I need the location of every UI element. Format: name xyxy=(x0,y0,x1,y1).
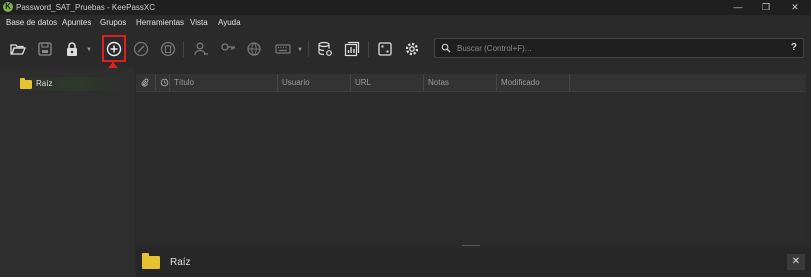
keepassxc-logo-icon: K xyxy=(3,2,13,12)
toolbar-separator xyxy=(183,41,184,57)
close-window-button[interactable]: ✕ xyxy=(784,1,806,13)
menu-groups[interactable]: Grupos xyxy=(100,18,126,27)
lock-dropdown-icon[interactable]: ▼ xyxy=(86,47,92,53)
column-expiry[interactable] xyxy=(156,74,170,91)
folder-icon xyxy=(20,78,32,89)
save-database-button[interactable] xyxy=(34,38,56,60)
autotype-dropdown-icon[interactable]: ▼ xyxy=(297,47,303,53)
database-settings-icon xyxy=(318,41,332,56)
add-entry-highlight-box xyxy=(102,35,126,62)
copy-username-icon xyxy=(194,42,208,56)
reports-button[interactable] xyxy=(341,38,363,60)
open-database-icon xyxy=(10,44,26,55)
open-url-icon xyxy=(247,42,261,56)
minimize-button[interactable]: — xyxy=(727,1,749,13)
edit-entry-button[interactable] xyxy=(130,38,152,60)
column-notes[interactable]: Notas xyxy=(424,74,497,91)
help-button[interactable]: ? xyxy=(791,42,797,53)
autotype-button[interactable] xyxy=(272,38,294,60)
delete-entry-icon xyxy=(160,41,176,57)
column-title[interactable]: Título xyxy=(170,74,278,91)
tree-item-root[interactable]: Raíz xyxy=(12,77,122,91)
close-preview-button[interactable]: ✕ xyxy=(787,254,805,270)
column-attachment[interactable] xyxy=(136,74,156,91)
delete-entry-button[interactable] xyxy=(157,38,179,60)
toolbar-separator xyxy=(308,41,309,57)
settings-button[interactable] xyxy=(401,38,423,60)
entry-table: Título Usuario URL Notas Modificado xyxy=(136,74,806,244)
menu-tools[interactable]: Herramientas xyxy=(136,18,184,27)
toolbar-separator xyxy=(368,41,369,57)
table-header: Título Usuario URL Notas Modificado xyxy=(136,74,806,92)
password-generator-button[interactable] xyxy=(374,38,396,60)
autotype-icon xyxy=(275,44,291,54)
search-box: ? xyxy=(434,38,804,58)
edit-entry-icon xyxy=(133,41,149,57)
menu-entries[interactable]: Apuntes xyxy=(62,18,91,27)
group-preview-pane: Raíz xyxy=(136,248,811,277)
tree-item-label: Raíz xyxy=(36,79,53,88)
lock-database-button[interactable] xyxy=(61,38,83,60)
preview-group-name: Raíz xyxy=(170,257,191,268)
settings-icon xyxy=(405,42,419,56)
column-username[interactable]: Usuario xyxy=(278,74,351,91)
menu-bar: Base de datos Apuntes Grupos Herramienta… xyxy=(0,15,811,31)
paperclip-icon xyxy=(141,78,149,87)
database-settings-button[interactable] xyxy=(314,38,336,60)
search-input[interactable] xyxy=(457,42,777,54)
folder-icon xyxy=(142,253,160,269)
menu-database[interactable]: Base de datos xyxy=(6,18,57,27)
reports-icon xyxy=(344,41,360,57)
open-database-button[interactable] xyxy=(7,38,29,60)
title-bar: K Password_SAT_Pruebas - KeePassXC — ❐ ✕ xyxy=(0,0,811,15)
lock-database-icon xyxy=(67,42,77,56)
group-tree-pane: Raíz xyxy=(0,68,135,277)
menu-view[interactable]: Vista xyxy=(190,18,208,27)
maximize-button[interactable]: ❐ xyxy=(755,1,777,13)
copy-username-button[interactable] xyxy=(190,38,212,60)
password-generator-icon xyxy=(378,42,392,56)
column-url[interactable]: URL xyxy=(351,74,424,91)
copy-password-button[interactable] xyxy=(217,38,239,60)
window-title: Password_SAT_Pruebas - KeePassXC xyxy=(16,3,156,12)
search-icon xyxy=(441,43,451,53)
copy-password-icon xyxy=(221,43,235,51)
column-modified[interactable]: Modificado xyxy=(497,74,570,91)
clock-icon xyxy=(160,78,169,87)
menu-help[interactable]: Ayuda xyxy=(218,18,241,27)
save-database-icon xyxy=(38,42,52,56)
open-url-button[interactable] xyxy=(244,38,266,60)
